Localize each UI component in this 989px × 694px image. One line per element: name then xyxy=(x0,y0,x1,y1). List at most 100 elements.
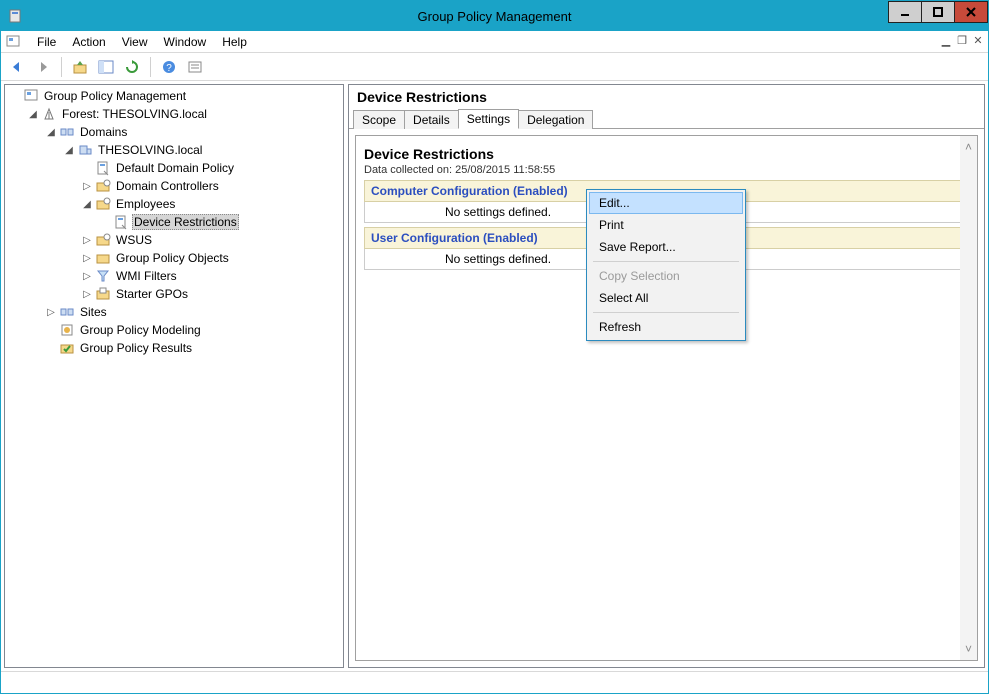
collapse-icon[interactable]: ◢ xyxy=(45,126,57,138)
starter-gpo-icon xyxy=(95,286,111,302)
spacer xyxy=(45,324,57,336)
menu-view[interactable]: View xyxy=(114,33,156,51)
filter-icon xyxy=(95,268,111,284)
tree-label: Employees xyxy=(114,197,177,211)
ou-icon xyxy=(95,232,111,248)
tree-panel[interactable]: Group Policy Management ◢ Forest: THESOL… xyxy=(4,84,344,668)
menu-help[interactable]: Help xyxy=(214,33,255,51)
expand-icon[interactable]: ▷ xyxy=(45,306,57,318)
tab-settings[interactable]: Settings xyxy=(458,109,519,129)
back-button[interactable] xyxy=(5,55,29,79)
expand-icon[interactable]: ▷ xyxy=(81,252,93,264)
properties-button[interactable] xyxy=(183,55,207,79)
tree-label: Device Restrictions xyxy=(132,214,239,230)
tree-results[interactable]: Group Policy Results xyxy=(43,339,341,357)
toolbar: ? xyxy=(1,53,988,81)
tree-label: WMI Filters xyxy=(114,269,179,283)
collapse-icon[interactable]: ◢ xyxy=(81,198,93,210)
window-title: Group Policy Management xyxy=(1,9,988,24)
expand-icon[interactable]: ▷ xyxy=(81,288,93,300)
tree-starter[interactable]: ▷ Starter GPOs xyxy=(79,285,341,303)
scroll-down-icon[interactable]: ˅ xyxy=(965,642,972,656)
minimize-button[interactable] xyxy=(888,1,922,23)
refresh-button[interactable] xyxy=(120,55,144,79)
spacer xyxy=(81,162,93,174)
tree-wsus[interactable]: ▷ WSUS xyxy=(79,231,341,249)
tree-default-domain-policy[interactable]: Default Domain Policy xyxy=(79,159,341,177)
expand-icon[interactable]: ▷ xyxy=(81,234,93,246)
collapse-icon[interactable]: ◢ xyxy=(63,144,75,156)
expand-icon[interactable]: ▷ xyxy=(81,180,93,192)
context-edit[interactable]: Edit... xyxy=(589,192,743,214)
tab-details[interactable]: Details xyxy=(404,110,459,129)
menu-file[interactable]: File xyxy=(29,33,64,51)
tree-domains[interactable]: ◢ Domains xyxy=(43,123,341,141)
svg-text:?: ? xyxy=(166,63,172,74)
context-menu: Edit... Print Save Report... Copy Select… xyxy=(586,189,746,341)
ou-icon xyxy=(95,178,111,194)
tree-sites[interactable]: ▷ Sites xyxy=(43,303,341,321)
tree-domain[interactable]: ◢ THESOLVING.local xyxy=(61,141,341,159)
tree-label: Group Policy Results xyxy=(78,341,194,355)
spacer xyxy=(45,342,57,354)
details-panel: Device Restrictions Scope Details Settin… xyxy=(348,84,985,668)
gpm-root-icon xyxy=(23,88,39,104)
context-save-report[interactable]: Save Report... xyxy=(589,236,743,258)
forward-button[interactable] xyxy=(31,55,55,79)
context-separator xyxy=(593,312,739,313)
toolbar-separator xyxy=(150,57,151,77)
tree-label: THESOLVING.local xyxy=(96,143,204,157)
close-button[interactable] xyxy=(954,1,988,23)
vertical-scrollbar[interactable]: ˄ ˅ xyxy=(960,136,977,660)
tree-employees[interactable]: ◢ Employees xyxy=(79,195,341,213)
mdi-controls: ▁ ❐ ✕ xyxy=(938,33,986,47)
tabstrip: Scope Details Settings Delegation xyxy=(349,107,984,129)
tree-label: Default Domain Policy xyxy=(114,161,236,175)
tree-label: Group Policy Management xyxy=(42,89,188,103)
tree-label: Forest: THESOLVING.local xyxy=(60,107,209,121)
tree-label: Group Policy Objects xyxy=(114,251,231,265)
tree-wmi[interactable]: ▷ WMI Filters xyxy=(79,267,341,285)
domains-icon xyxy=(59,124,75,140)
report-collected: Data collected on: 25/08/2015 11:58:55 xyxy=(364,164,969,180)
tree-root[interactable]: Group Policy Management xyxy=(7,87,341,105)
mdi-minimize[interactable]: ▁ xyxy=(938,33,954,47)
menu-action[interactable]: Action xyxy=(64,33,113,51)
maximize-button[interactable] xyxy=(921,1,955,23)
app-window: Group Policy Management File Action View… xyxy=(0,0,989,694)
report-title: Device Restrictions xyxy=(364,144,969,164)
toolbar-separator xyxy=(61,57,62,77)
context-refresh[interactable]: Refresh xyxy=(589,316,743,338)
tree-gpo[interactable]: ▷ Group Policy Objects xyxy=(79,249,341,267)
statusbar xyxy=(1,671,988,693)
collapse-icon[interactable]: ◢ xyxy=(27,108,39,120)
context-select-all[interactable]: Select All xyxy=(589,287,743,309)
domain-icon xyxy=(77,142,93,158)
up-one-level-button[interactable] xyxy=(68,55,92,79)
console-tree[interactable]: Group Policy Management ◢ Forest: THESOL… xyxy=(7,87,341,357)
tree-forest[interactable]: ◢ Forest: THESOLVING.local xyxy=(25,105,341,123)
titlebar: Group Policy Management xyxy=(1,1,988,31)
collapse-icon[interactable] xyxy=(9,90,21,102)
app-icon xyxy=(7,8,23,24)
tree-domain-controllers[interactable]: ▷ Domain Controllers xyxy=(79,177,341,195)
client-area: Group Policy Management ◢ Forest: THESOL… xyxy=(1,81,988,671)
context-copy-selection: Copy Selection xyxy=(589,265,743,287)
context-print[interactable]: Print xyxy=(589,214,743,236)
tree-modeling[interactable]: Group Policy Modeling xyxy=(43,321,341,339)
scroll-up-icon[interactable]: ˄ xyxy=(965,140,972,154)
show-hide-tree-button[interactable] xyxy=(94,55,118,79)
tree-label: Sites xyxy=(78,305,109,319)
tree-device-restrictions[interactable]: Device Restrictions xyxy=(97,213,341,231)
expand-icon[interactable]: ▷ xyxy=(81,270,93,282)
mdi-close[interactable]: ✕ xyxy=(970,33,986,47)
tab-scope[interactable]: Scope xyxy=(353,110,405,129)
help-button[interactable]: ? xyxy=(157,55,181,79)
window-controls xyxy=(889,1,988,23)
tree-label: WSUS xyxy=(114,233,154,247)
mdi-restore[interactable]: ❐ xyxy=(954,33,970,47)
tab-delegation[interactable]: Delegation xyxy=(518,110,593,129)
menu-window[interactable]: Window xyxy=(156,33,215,51)
gpo-link-icon xyxy=(95,160,111,176)
tree-label: Group Policy Modeling xyxy=(78,323,203,337)
